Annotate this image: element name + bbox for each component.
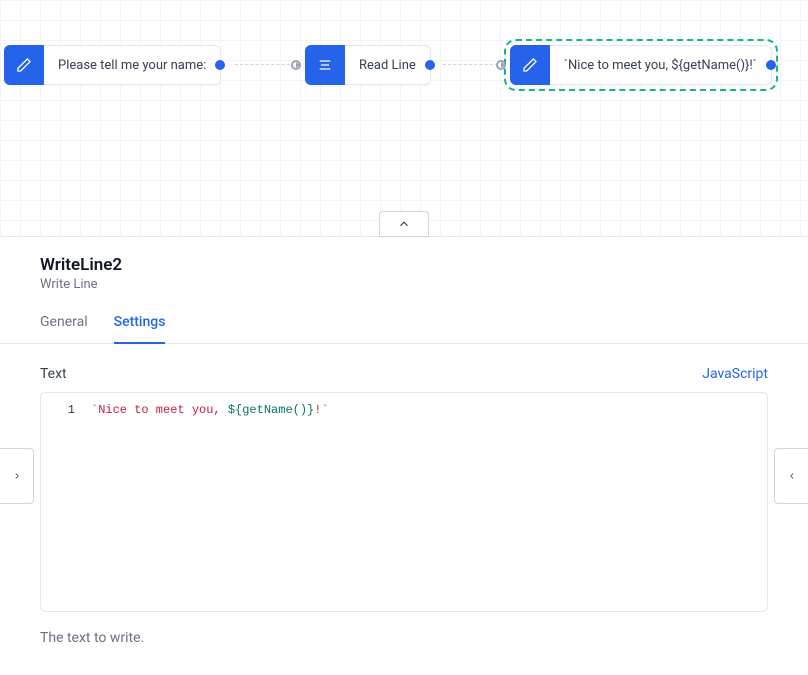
workflow-canvas[interactable]: Please tell me your name: Read Line `Nic… [0,0,808,237]
edge [443,64,498,66]
line-number: 1 [41,403,75,417]
field-label-text: Text [40,366,67,382]
output-port[interactable] [215,60,225,70]
properties-panel: WriteLine2 Write Line General Settings T… [0,237,808,675]
output-port[interactable] [425,60,435,70]
code-content[interactable]: `Nice to meet you, ${getName()}!` [83,393,767,611]
chevron-up-icon [397,217,411,231]
node-readline[interactable]: Read Line [305,45,431,85]
language-selector[interactable]: JavaScript [702,366,768,382]
input-port[interactable] [496,60,506,70]
node-label: `Nice to meet you, ${getName()}!` [550,58,771,73]
input-port[interactable] [291,60,301,70]
panel-subtitle: Write Line [40,277,768,292]
chevron-right-icon [12,469,22,483]
lines-icon [305,45,345,85]
panel-collapse-toggle[interactable] [379,211,429,237]
left-drawer-handle[interactable] [0,448,34,504]
node-label: Read Line [345,58,430,73]
line-gutter: 1 [41,393,83,611]
panel-header: WriteLine2 Write Line [0,237,808,292]
field-help-text: The text to write. [40,630,768,646]
panel-body: Text JavaScript 1 `Nice to meet you, ${g… [0,344,808,646]
field-header: Text JavaScript [40,366,768,382]
tab-settings[interactable]: Settings [114,314,166,344]
right-drawer-handle[interactable] [774,448,808,504]
tab-general[interactable]: General [40,314,88,344]
node-writeline2[interactable]: `Nice to meet you, ${getName()}!` [510,45,772,85]
chevron-left-icon [787,469,797,483]
pencil-icon [510,45,550,85]
panel-tabs: General Settings [0,314,808,344]
pencil-icon [4,45,44,85]
edge [235,64,295,66]
output-port[interactable] [766,60,776,70]
node-writeline1[interactable]: Please tell me your name: [4,45,221,85]
code-editor[interactable]: 1 `Nice to meet you, ${getName()}!` [40,392,768,612]
node-label: Please tell me your name: [44,58,220,73]
panel-title: WriteLine2 [40,255,768,275]
